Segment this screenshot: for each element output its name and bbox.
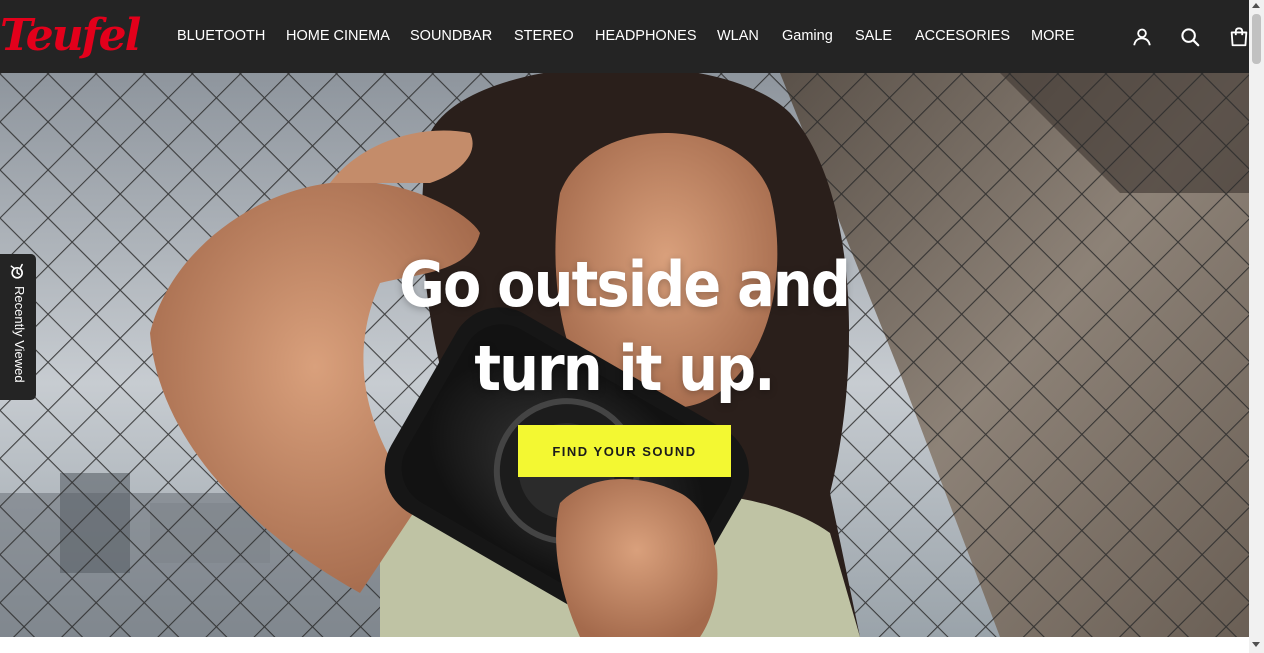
scroll-up-arrow-icon[interactable] [1252, 3, 1260, 8]
nav-item-accesories[interactable]: ACCESORIES [915, 27, 1010, 45]
nav-item-headphones[interactable]: HEADPHONES [595, 27, 697, 45]
nav-item-wlan[interactable]: WLAN [717, 27, 759, 45]
recently-viewed-icon [10, 263, 23, 279]
hero-banner: Go outside and turn it up. FIND YOUR SOU… [0, 73, 1249, 637]
cart-icon [1230, 27, 1248, 47]
hero-headline: Go outside and turn it up. [354, 243, 894, 411]
scroll-down-arrow-icon[interactable] [1252, 642, 1260, 647]
site-header: Teufel BLUETOOTH HOME CINEMA SOUNDBAR ST… [0, 0, 1249, 73]
account-button[interactable] [1129, 24, 1155, 50]
nav-item-more[interactable]: MORE [1031, 27, 1075, 45]
scrollbar-thumb[interactable] [1252, 14, 1261, 64]
search-icon [1181, 28, 1200, 47]
nav-item-stereo[interactable]: STEREO [514, 27, 574, 45]
nav-item-gaming[interactable]: Gaming [782, 27, 833, 45]
nav-item-sale[interactable]: SALE [855, 27, 892, 45]
nav-item-bluetooth[interactable]: BLUETOOTH [177, 27, 265, 45]
teufel-logo[interactable]: Teufel [0, 10, 141, 62]
recently-viewed-label: Recently Viewed [12, 286, 27, 383]
nav-item-home-cinema[interactable]: HOME CINEMA [286, 27, 390, 45]
hero-headline-line2: turn it up. [474, 332, 775, 405]
search-button[interactable] [1177, 24, 1203, 50]
hero-headline-line1: Go outside and [399, 248, 851, 321]
logo-text[interactable]: Teufel [0, 10, 141, 61]
account-icon [1133, 28, 1151, 46]
find-your-sound-button[interactable]: FIND YOUR SOUND [518, 425, 731, 477]
page-scrollbar[interactable] [1249, 0, 1264, 653]
nav-item-soundbar[interactable]: SOUNDBAR [410, 27, 492, 45]
recently-viewed-tab[interactable]: Recently Viewed [0, 254, 36, 400]
